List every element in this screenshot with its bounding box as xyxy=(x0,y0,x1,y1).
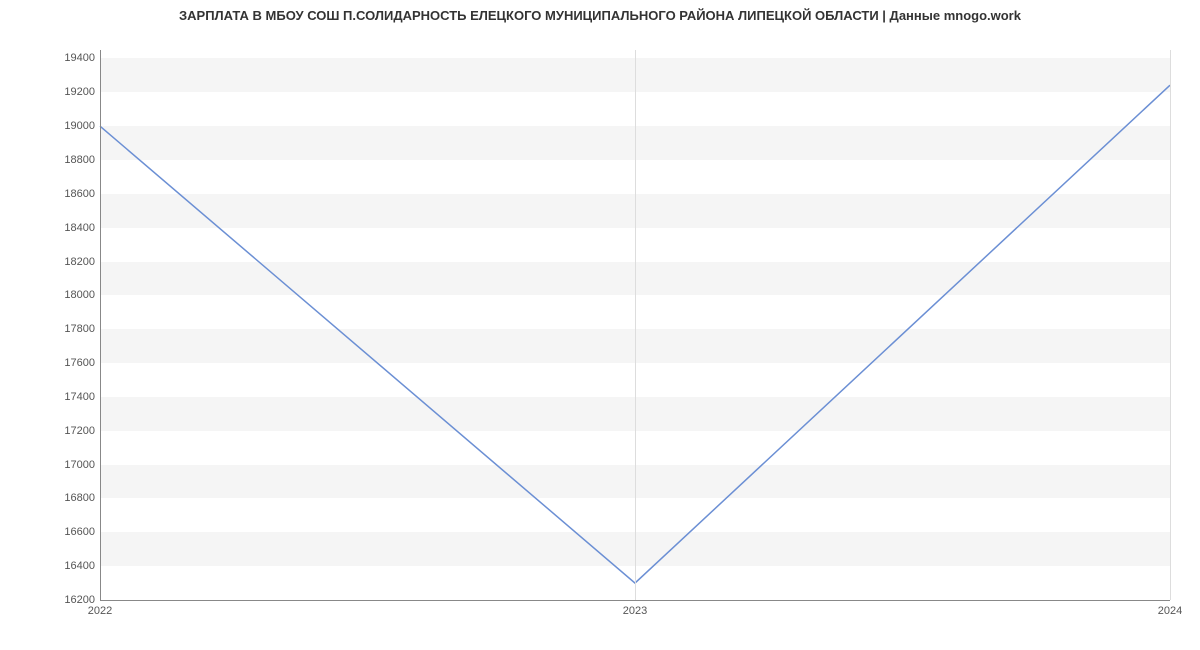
plot-area xyxy=(100,50,1170,600)
y-tick-label: 16800 xyxy=(45,492,95,504)
y-tick-label: 19200 xyxy=(45,86,95,98)
y-axis xyxy=(100,50,101,600)
x-tick-label: 2022 xyxy=(88,605,112,617)
grid-line-vertical xyxy=(1170,50,1171,600)
y-tick-label: 17000 xyxy=(45,459,95,471)
y-tick-label: 19400 xyxy=(45,52,95,64)
y-tick-label: 16600 xyxy=(45,526,95,538)
y-tick-label: 18600 xyxy=(45,188,95,200)
y-tick-label: 18000 xyxy=(45,289,95,301)
y-tick-label: 18400 xyxy=(45,222,95,234)
x-tick-label: 2023 xyxy=(623,605,647,617)
y-tick-label: 18200 xyxy=(45,256,95,268)
y-tick-label: 18800 xyxy=(45,154,95,166)
chart-container: ЗАРПЛАТА В МБОУ СОШ П.СОЛИДАРНОСТЬ ЕЛЕЦК… xyxy=(0,0,1200,650)
grid-line-vertical xyxy=(635,50,636,600)
x-tick-label: 2024 xyxy=(1158,605,1182,617)
y-tick-label: 17800 xyxy=(45,323,95,335)
y-tick-label: 17600 xyxy=(45,357,95,369)
y-tick-label: 19000 xyxy=(45,120,95,132)
chart-title: ЗАРПЛАТА В МБОУ СОШ П.СОЛИДАРНОСТЬ ЕЛЕЦК… xyxy=(0,8,1200,23)
y-tick-label: 16400 xyxy=(45,560,95,572)
x-axis xyxy=(100,600,1170,601)
y-tick-label: 17400 xyxy=(45,391,95,403)
y-tick-label: 17200 xyxy=(45,425,95,437)
